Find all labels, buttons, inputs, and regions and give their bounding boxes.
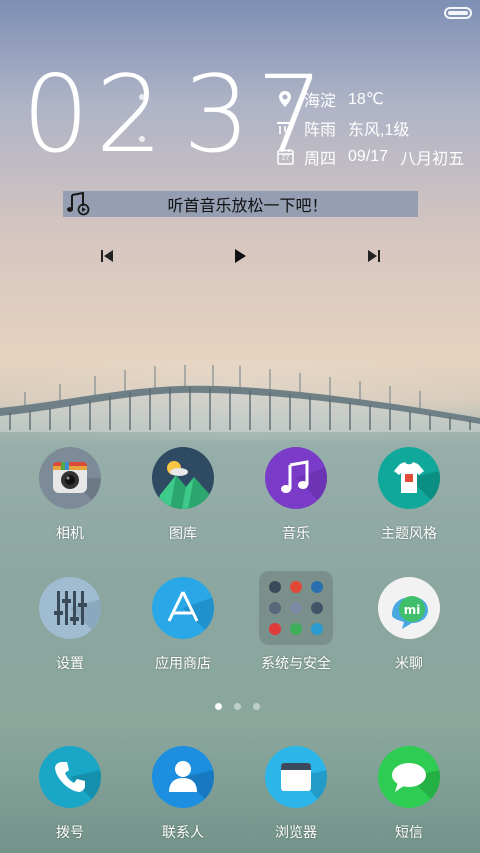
calendar-icon: 27: [276, 148, 294, 166]
page-indicator[interactable]: [215, 703, 267, 711]
gallery-icon: [152, 447, 214, 509]
app-label: 浏览器: [275, 824, 317, 840]
app-label: 拨号: [56, 824, 84, 840]
clock-separator: [139, 94, 145, 156]
app-camera[interactable]: 相机: [10, 447, 130, 543]
app-label: 相机: [56, 525, 84, 541]
app-label: 图库: [169, 525, 197, 541]
weather-temperature: 18℃: [348, 90, 384, 108]
app-store[interactable]: 应用商店: [123, 577, 243, 673]
weather-date: 09/17: [348, 147, 389, 165]
app-gallery[interactable]: 图库: [123, 447, 243, 543]
app-label: 系统与安全: [261, 655, 331, 671]
weather-weekday: 周四: [304, 150, 337, 168]
app-themes[interactable]: 主题风格: [349, 447, 469, 543]
weather-condition-row: 阵雨 东风,1级: [276, 113, 464, 142]
weather-condition: 阵雨: [304, 121, 337, 139]
music-widget[interactable]: 听首音乐放松一下吧！: [63, 191, 418, 217]
settings-sliders-icon: [39, 577, 101, 639]
weather-date-row: 27 周四 09/17 八月初五: [276, 142, 464, 171]
app-settings[interactable]: 设置: [10, 577, 130, 673]
rain-icon: [276, 119, 294, 137]
play-icon[interactable]: [230, 246, 250, 266]
weather-widget[interactable]: 海淀 18℃ 阵雨 东风,1级 27 周四 09/17 八月初五: [276, 84, 464, 171]
weather-wind: 东风,1级: [348, 121, 410, 139]
app-label: 音乐: [282, 525, 310, 541]
page-dot-active: [215, 703, 222, 710]
app-browser[interactable]: 浏览器: [236, 746, 356, 842]
message-bubble-icon: [378, 746, 440, 808]
calendar-day: 27: [281, 154, 290, 162]
app-music[interactable]: 音乐: [236, 447, 356, 543]
phone-icon: [39, 746, 101, 808]
music-note-icon: [65, 191, 91, 217]
app-phone[interactable]: 拨号: [10, 746, 130, 842]
tshirt-icon: [378, 447, 440, 509]
person-icon: [152, 746, 214, 808]
app-messages[interactable]: 短信: [349, 746, 469, 842]
next-track-icon[interactable]: [364, 246, 384, 266]
app-label: 联系人: [162, 824, 204, 840]
app-label: 米聊: [395, 655, 423, 671]
music-icon: [265, 447, 327, 509]
chat-bubble-icon: mi: [378, 577, 440, 639]
folder-icon: [259, 571, 333, 645]
camera-icon: [39, 447, 101, 509]
page-dot: [253, 703, 260, 710]
app-label: 应用商店: [155, 655, 211, 671]
clock-hours: 02: [22, 53, 169, 176]
app-label: 短信: [395, 824, 423, 840]
previous-track-icon[interactable]: [97, 246, 117, 266]
app-label: 设置: [56, 655, 84, 671]
battery-indicator: [444, 7, 472, 19]
browser-window-icon: [265, 746, 327, 808]
music-prompt: 听首音乐放松一下吧！: [167, 198, 328, 215]
weather-lunar-date: 八月初五: [400, 150, 465, 168]
music-controls: [0, 246, 480, 266]
location-pin-icon: [276, 90, 294, 108]
app-mitalk[interactable]: mi 米聊: [349, 577, 469, 673]
app-folder-system-security[interactable]: 系统与安全: [236, 571, 356, 673]
app-store-icon: [152, 577, 214, 639]
weather-location: 海淀: [304, 92, 337, 110]
app-label: 主题风格: [381, 525, 437, 541]
app-contacts[interactable]: 联系人: [123, 746, 243, 842]
svg-text:mi: mi: [404, 603, 421, 617]
weather-location-row: 海淀 18℃: [276, 84, 464, 113]
page-dot: [234, 703, 241, 710]
